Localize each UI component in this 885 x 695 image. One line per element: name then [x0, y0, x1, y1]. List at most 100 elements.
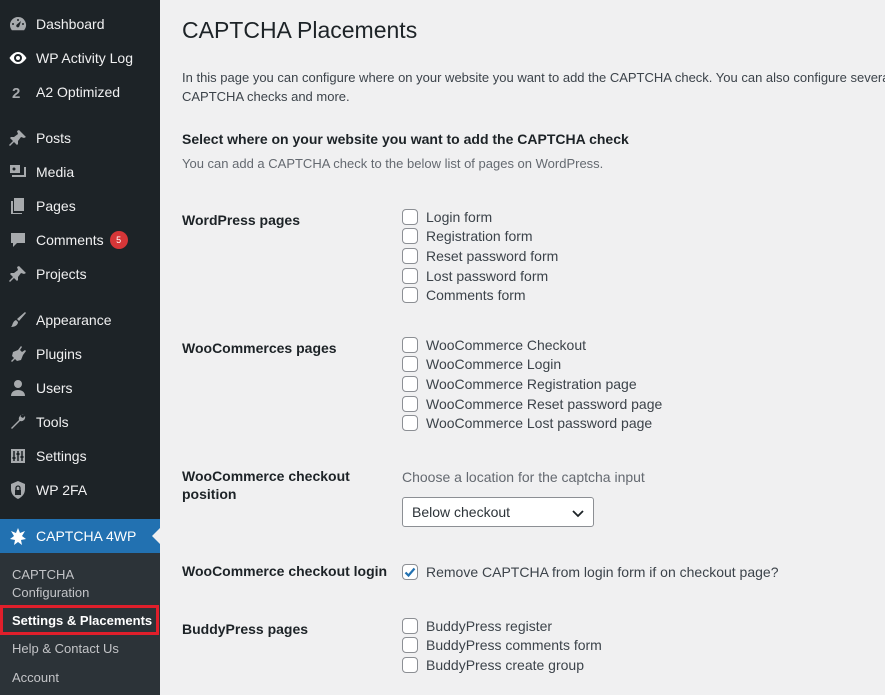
checkbox[interactable]: [402, 656, 418, 673]
checkbox-label: WooCommerce Login: [426, 356, 562, 373]
checkbox-label: BuddyPress comments form: [426, 637, 602, 654]
brush-icon: [0, 310, 36, 330]
checkbox-login-form[interactable]: Login form: [402, 207, 558, 227]
menu-label: Plugins: [36, 346, 82, 362]
menu-label: Comments: [36, 232, 104, 248]
menu-pages[interactable]: Pages: [0, 189, 160, 223]
user-icon: [0, 378, 36, 398]
checkbox-label: Comments form: [426, 287, 526, 304]
menu-label: Posts: [36, 130, 72, 146]
checkbox[interactable]: [402, 336, 418, 353]
menu-projects[interactable]: Projects: [0, 257, 160, 291]
menu-label: CAPTCHA 4WP: [36, 528, 137, 544]
menu-plugins[interactable]: Plugins: [0, 337, 160, 371]
menu-users[interactable]: Users: [0, 371, 160, 405]
menu-label: A2 Optimized: [36, 84, 121, 100]
menu-label: Appearance: [36, 312, 112, 328]
comment-icon: [0, 230, 36, 250]
checkbox-label: WooCommerce Registration page: [426, 375, 637, 392]
menu-settings[interactable]: Settings: [0, 439, 160, 473]
checkbox[interactable]: [402, 228, 418, 245]
submenu-account[interactable]: Account: [12, 669, 59, 687]
checkbox-comments-form[interactable]: Comments form: [402, 285, 558, 305]
checkout-position-select[interactable]: Below checkout: [402, 497, 594, 527]
checkbox[interactable]: [402, 287, 418, 304]
menu-a2-optimized[interactable]: 2 A2 Optimized: [0, 75, 160, 109]
checkbox-label: WooCommerce Lost password page: [426, 415, 653, 432]
checkbox[interactable]: [402, 395, 418, 412]
captcha-icon: [0, 526, 36, 546]
svg-text:2: 2: [12, 85, 20, 102]
menu-wp-2fa[interactable]: WP 2FA: [0, 473, 160, 507]
checkbox-label: BuddyPress create group: [426, 656, 584, 673]
checkbox[interactable]: [402, 617, 418, 634]
buddypress-pages-label: BuddyPress pages: [182, 621, 309, 637]
menu-label: Projects: [36, 266, 87, 282]
checkbox-label: Registration form: [426, 228, 533, 245]
checkbox-woo-login[interactable]: WooCommerce Login: [402, 355, 662, 375]
checkout-position-hint: Choose a location for the captcha input: [402, 469, 645, 485]
checkbox-buddypress-comments[interactable]: BuddyPress comments form: [402, 636, 602, 656]
menu-appearance[interactable]: Appearance: [0, 303, 160, 337]
comment-count-badge: 5: [109, 231, 128, 249]
checkbox[interactable]: [402, 267, 418, 284]
checkbox[interactable]: [402, 415, 418, 432]
chevron-down-icon: [572, 510, 584, 518]
media-icon: [0, 162, 36, 182]
checkbox-woo-reset-password[interactable]: WooCommerce Reset password page: [402, 394, 662, 414]
page-title: CAPTCHA Placements: [182, 17, 418, 43]
checkbox-checked[interactable]: [402, 563, 418, 580]
menu-wp-activity-log[interactable]: WP Activity Log: [0, 41, 160, 75]
sliders-icon: [0, 446, 36, 466]
checkbox-label: Login form: [426, 208, 493, 225]
menu-captcha-4wp[interactable]: CAPTCHA 4WP: [0, 519, 160, 553]
intro-text: In this page you can configure where on …: [182, 70, 885, 104]
plugin-icon: [0, 344, 36, 364]
menu-dashboard[interactable]: Dashboard: [0, 7, 160, 41]
checkbox-buddypress-register[interactable]: BuddyPress register: [402, 616, 602, 636]
checkout-login-label: WooCommerce checkout login: [182, 563, 388, 579]
wordpress-pages-label: WordPress pages: [182, 212, 301, 228]
checkbox-remove-captcha-checkout[interactable]: Remove CAPTCHA from login form if on che…: [402, 562, 779, 582]
checkbox[interactable]: [402, 208, 418, 225]
menu-tools[interactable]: Tools: [0, 405, 160, 439]
submenu-help-contact[interactable]: Help & Contact Us: [12, 640, 119, 658]
highlight-annotation: [0, 605, 159, 635]
checkbox-registration-form[interactable]: Registration form: [402, 227, 558, 247]
checkbox-lost-password-form[interactable]: Lost password form: [402, 266, 558, 286]
menu-label: Pages: [36, 198, 76, 214]
checkbox[interactable]: [402, 375, 418, 392]
menu-label: Media: [36, 164, 75, 180]
checkbox[interactable]: [402, 637, 418, 654]
checkbox-woo-registration[interactable]: WooCommerce Registration page: [402, 374, 662, 394]
pin-icon: [0, 128, 36, 148]
a2-icon: 2: [0, 82, 36, 102]
section-title: Select where on your website you want to…: [182, 131, 629, 147]
menu-label: WP 2FA: [36, 482, 88, 498]
woocommerce-pages-label: WooCommerces pages: [182, 340, 337, 356]
main-content: CAPTCHA Placements In this page you can …: [160, 0, 885, 695]
checkbox-buddypress-create-group[interactable]: BuddyPress create group: [402, 655, 602, 675]
shield-icon: [0, 480, 36, 500]
checkbox-woo-checkout[interactable]: WooCommerce Checkout: [402, 335, 662, 355]
select-value: Below checkout: [412, 504, 511, 520]
buddypress-pages-options: BuddyPress register BuddyPress comments …: [402, 616, 602, 675]
checkbox-woo-lost-password[interactable]: WooCommerce Lost password page: [402, 413, 662, 433]
checkbox-label: Remove CAPTCHA from login form if on che…: [426, 563, 779, 580]
pin-icon: [0, 264, 36, 284]
pages-icon: [0, 196, 36, 216]
checkout-position-label: WooCommerce checkout position: [182, 468, 350, 502]
menu-comments[interactable]: Comments 5: [0, 223, 160, 257]
submenu-captcha-configuration[interactable]: CAPTCHA Configuration: [12, 566, 132, 602]
checkbox[interactable]: [402, 247, 418, 264]
menu-posts[interactable]: Posts: [0, 121, 160, 155]
woocommerce-pages-options: WooCommerce Checkout WooCommerce Login W…: [402, 335, 662, 433]
checkbox-label: Lost password form: [426, 267, 549, 284]
checkbox-label: Reset password form: [426, 247, 559, 264]
admin-sidebar: Dashboard WP Activity Log 2 A2 Optimized…: [0, 0, 160, 695]
wordpress-pages-options: Login form Registration form Reset passw…: [402, 207, 558, 305]
checkout-login-options: Remove CAPTCHA from login form if on che…: [402, 562, 779, 582]
checkbox[interactable]: [402, 356, 418, 373]
menu-media[interactable]: Media: [0, 155, 160, 189]
checkbox-reset-password-form[interactable]: Reset password form: [402, 246, 558, 266]
